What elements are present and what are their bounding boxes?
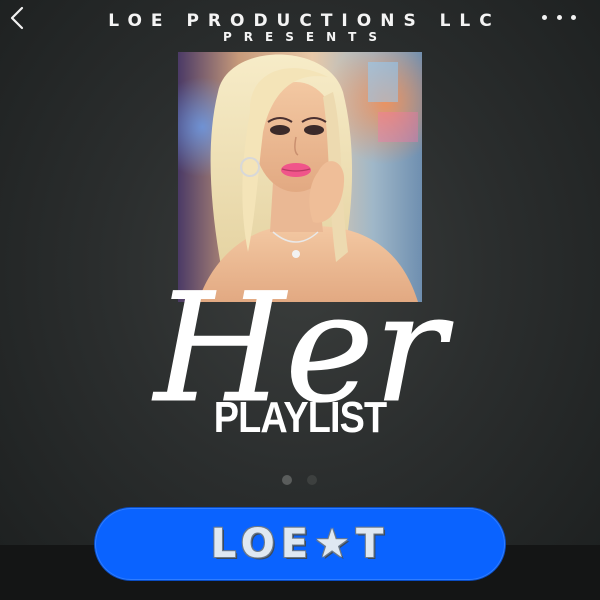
brand-header: LOE PRODUCTIONS LLC xyxy=(108,11,501,31)
playlist-subtitle: PLAYLIST xyxy=(213,393,387,442)
cover-photo xyxy=(178,52,422,302)
presents-header: PRESENTS xyxy=(223,30,389,44)
artist-button[interactable]: LOE★T xyxy=(95,508,505,580)
cover-artwork[interactable] xyxy=(178,52,422,302)
carousel-dots xyxy=(282,475,317,485)
page-dot-2[interactable] xyxy=(307,475,317,485)
playlist-screen: LOE PRODUCTIONS LLC PRESENTS Her PLAYLIS… xyxy=(0,0,600,600)
page-dot-1[interactable] xyxy=(282,475,292,485)
artist-button-label: LOE★T xyxy=(210,521,390,567)
